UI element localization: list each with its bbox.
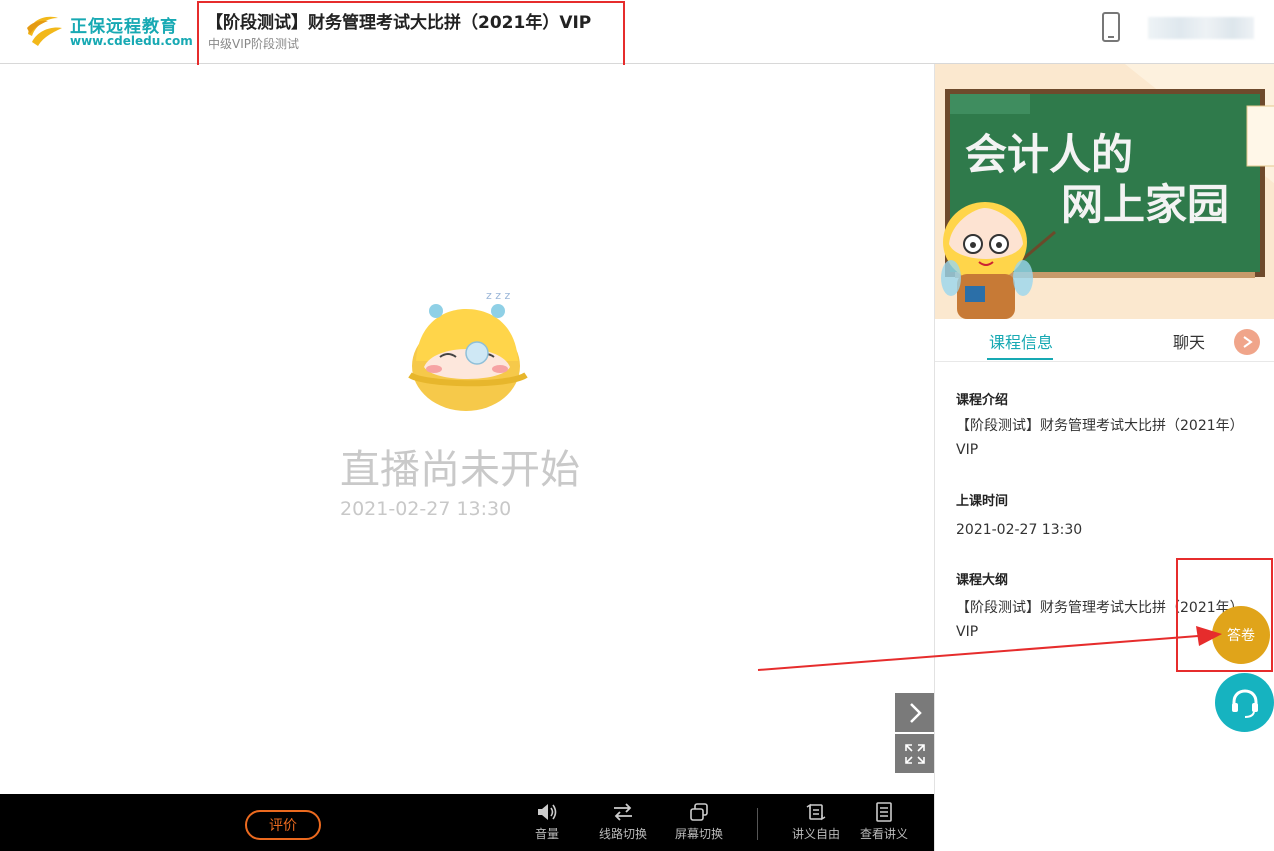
active-tab-indicator (987, 358, 1053, 360)
banner-illustration: 会计人的 网上家园 (935, 64, 1274, 319)
live-not-started-text: 直播尚未开始 (340, 447, 580, 493)
line-switch-label: 线路切换 (598, 827, 647, 841)
handout-free-label: 讲义自由 (791, 827, 840, 841)
volume-label: 音量 (534, 827, 559, 841)
handout-free-control[interactable]: 讲义自由 (791, 802, 841, 846)
screen-switch-label: 屏幕切换 (674, 827, 723, 841)
chevron-right-icon (909, 702, 922, 723)
customer-service-button[interactable] (1215, 673, 1274, 732)
sleep-zzz: z z z (486, 289, 511, 302)
rate-button[interactable]: 评价 (245, 810, 321, 840)
handout-free-icon (806, 803, 826, 821)
time-text: 2021-02-27 13:30 (956, 522, 1083, 538)
brand-logo[interactable]: 正保远程教育 www.cdeledu.com (24, 10, 194, 52)
headset-icon (1231, 688, 1258, 718)
volume-icon (538, 804, 557, 820)
mobile-phone-icon[interactable] (1101, 12, 1121, 42)
panel-tabs: 课程信息 聊天 (935, 319, 1274, 362)
intro-heading: 课程介绍 (956, 393, 1009, 408)
toolbar-divider (757, 808, 758, 840)
fullscreen-button[interactable] (895, 734, 934, 773)
player-control-bar: 评价 音量 线路切换 屏幕切换 讲义自由 查看讲义 (0, 794, 934, 851)
banner-line2: 网上家园 (1061, 180, 1229, 229)
answer-sheet-button[interactable]: 答卷 (1212, 606, 1270, 664)
view-handout-control[interactable]: 查看讲义 (859, 802, 909, 846)
tab-chat[interactable]: 聊天 (1173, 329, 1205, 353)
intro-text: 【阶段测试】财务管理考试大比拼（2021年）VIP (956, 418, 1244, 458)
line-switch-control[interactable]: 线路切换 (598, 802, 648, 846)
expand-panel-button[interactable] (895, 693, 934, 732)
time-heading: 上课时间 (956, 494, 1009, 509)
view-handout-label: 查看讲义 (859, 827, 908, 841)
tab-course-info[interactable]: 课程信息 (989, 329, 1053, 353)
app-root: 正保远程教育 www.cdeledu.com 【阶段测试】财务管理考试大比拼（2… (0, 0, 1274, 851)
screen-switch-control[interactable]: 屏幕切换 (674, 802, 724, 846)
outline-heading: 课程大纲 (956, 573, 1009, 588)
swap-icon (614, 803, 632, 821)
logo-url: www.cdeledu.com (70, 34, 193, 48)
promo-banner[interactable]: 会计人的 网上家园 (935, 64, 1274, 319)
volume-control[interactable]: 音量 (532, 802, 562, 846)
logo-mark-icon (27, 16, 62, 46)
live-start-time: 2021-02-27 13:30 (340, 498, 512, 520)
fullscreen-icon (904, 743, 925, 764)
banner-line1: 会计人的 (965, 130, 1133, 179)
course-side-panel: 会计人的 网上家园 课程信息 聊天 课程介绍 【阶段测试】财务管理考试大比拼（2… (934, 64, 1274, 851)
user-name-blurred[interactable] (1148, 17, 1254, 39)
top-header: 正保远程教育 www.cdeledu.com 【阶段测试】财务管理考试大比拼（2… (0, 0, 1274, 64)
live-stage (0, 65, 934, 794)
view-handout-icon (876, 802, 892, 822)
sleeping-mascot-icon: z z z (408, 289, 528, 411)
play-arrow-icon (1243, 336, 1253, 348)
screen-switch-icon (690, 803, 708, 821)
panel-collapse-button[interactable] (1234, 329, 1260, 355)
